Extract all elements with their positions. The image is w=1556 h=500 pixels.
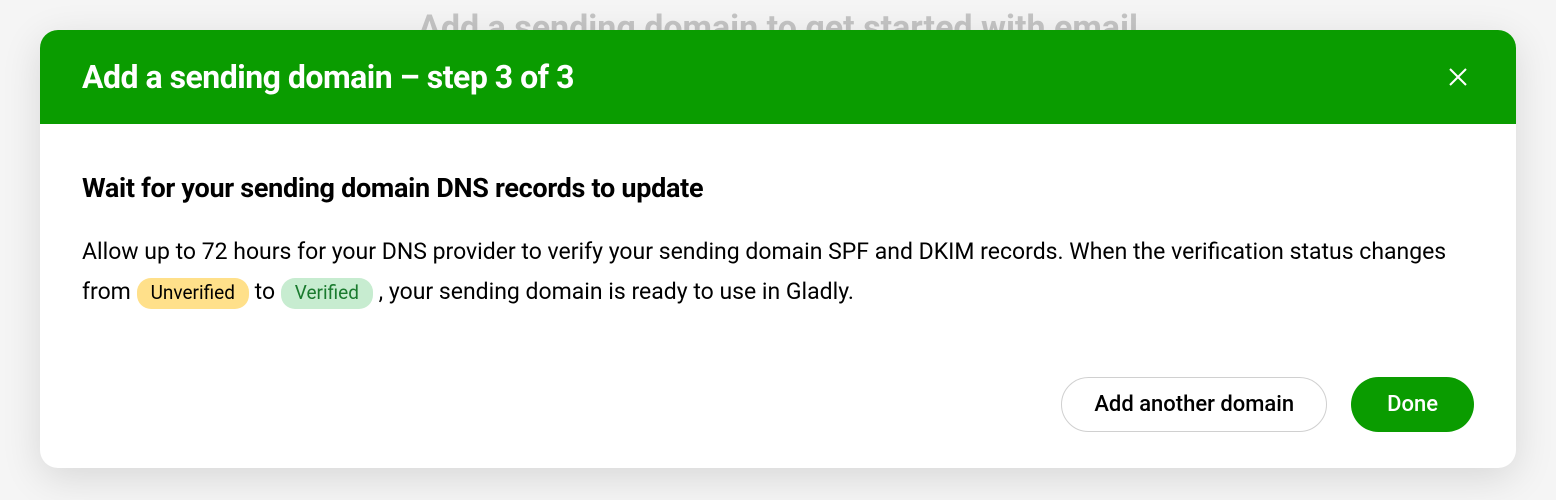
status-badge-unverified: Unverified: [137, 278, 249, 309]
done-button[interactable]: Done: [1351, 377, 1474, 432]
close-icon: [1446, 65, 1470, 89]
modal-dialog: Add a sending domain – step 3 of 3 Wait …: [40, 30, 1516, 468]
body-heading: Wait for your sending domain DNS records…: [82, 172, 1474, 204]
add-another-domain-button[interactable]: Add another domain: [1061, 377, 1327, 432]
modal-footer: Add another domain Done: [40, 349, 1516, 468]
modal-title: Add a sending domain – step 3 of 3: [82, 58, 574, 96]
body-text-part-2: to: [255, 278, 281, 305]
modal-body: Wait for your sending domain DNS records…: [40, 124, 1516, 349]
modal-header: Add a sending domain – step 3 of 3: [40, 30, 1516, 124]
body-text-part-3: , your sending domain is ready to use in…: [379, 278, 854, 305]
close-button[interactable]: [1442, 61, 1474, 93]
body-description: Allow up to 72 hours for your DNS provid…: [82, 232, 1474, 313]
status-badge-verified: Verified: [281, 278, 373, 309]
